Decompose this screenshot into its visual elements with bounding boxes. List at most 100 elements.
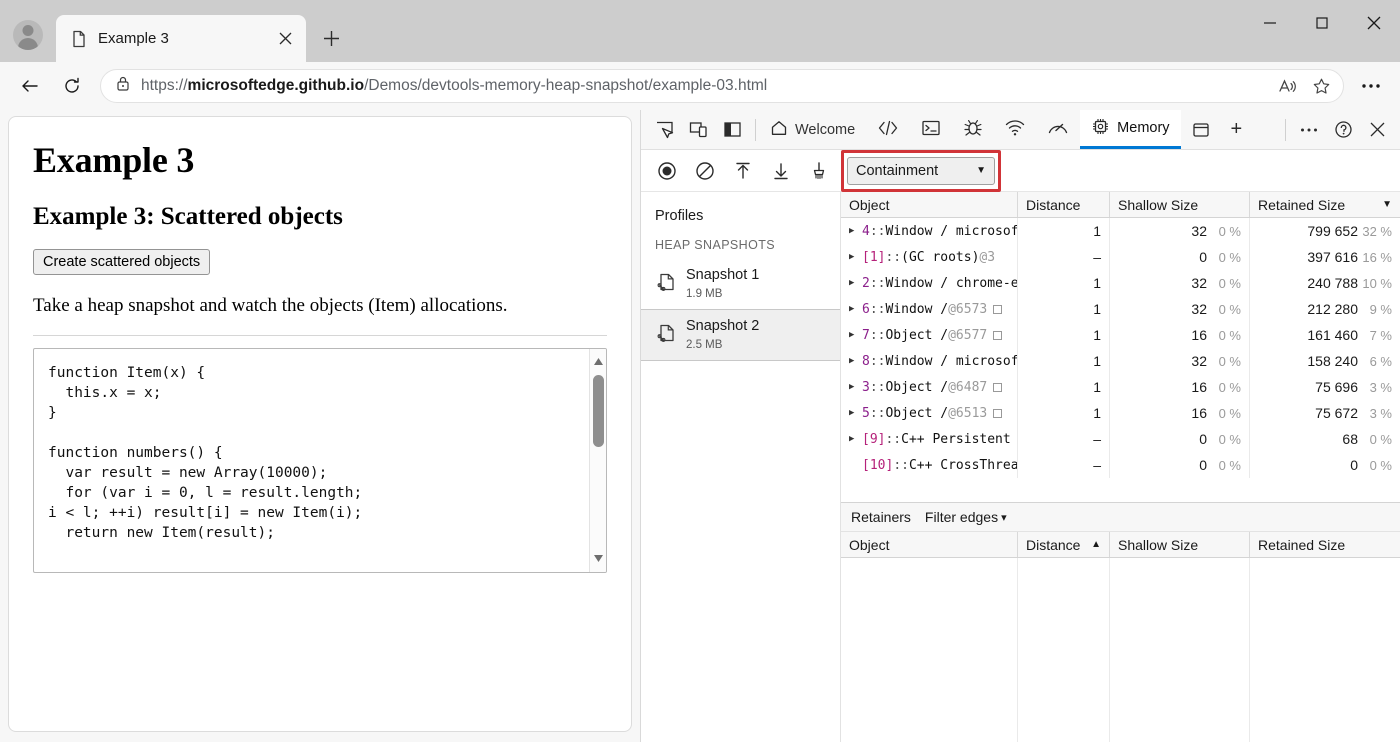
avatar (13, 20, 43, 50)
tab-network[interactable] (994, 110, 1036, 149)
shallow-value: 0 (1199, 431, 1207, 447)
table-row[interactable]: ▶ 5 :: Object / @6513 1 16 0 % 75 672 3 % (841, 400, 1400, 426)
device-emulation-icon[interactable] (681, 114, 715, 146)
profile-button[interactable] (0, 8, 56, 62)
view-select[interactable]: Containment ▼ (847, 156, 995, 185)
collect-garbage-icon[interactable] (803, 156, 835, 186)
shallow-value: 32 (1191, 301, 1207, 317)
minimize-button[interactable] (1244, 0, 1296, 46)
star-icon[interactable] (1305, 71, 1337, 101)
retainers-column-header-retained-size[interactable]: Retained Size (1250, 532, 1400, 557)
cell-shallow-size: 0 0 % (1110, 244, 1250, 270)
table-row[interactable]: ▶[9] :: C++ Persistent roots @9358–00 %6… (841, 426, 1400, 452)
cell-object-id: @6513 (948, 405, 988, 421)
filter-edges-dropdown[interactable]: Filter edges ▾ (925, 509, 1007, 525)
column-header-retained-size[interactable]: Retained Size ▼ (1250, 192, 1400, 217)
more-tools-icon[interactable] (1292, 114, 1326, 146)
cell-distance: 1 (1018, 348, 1110, 374)
scroll-down-icon[interactable] (593, 550, 604, 568)
cell-object: ▶ [1] :: (GC roots) @3 (841, 244, 1018, 270)
expand-triangle-icon[interactable]: ▶ (849, 304, 862, 314)
table-row[interactable]: ▶ 7 :: Object / @6577 1 16 0 % 161 460 7 % (841, 322, 1400, 348)
elements-icon (877, 119, 899, 141)
tab-welcome[interactable]: Welcome (762, 110, 866, 149)
shallow-value: 0 (1199, 249, 1207, 265)
shallow-percent: 0 % (1218, 405, 1241, 421)
browser-tab[interactable]: Example 3 (56, 15, 306, 62)
tab-welcome-label: Welcome (795, 121, 856, 138)
snapshot-name: Snapshot 1 (686, 267, 760, 283)
expand-triangle-icon[interactable]: ▶ (849, 434, 862, 444)
snapshot-icon (655, 271, 677, 298)
close-window-button[interactable] (1348, 0, 1400, 46)
close-icon[interactable] (272, 26, 298, 52)
table-row[interactable]: ▶ 3 :: Object / @6487 1 16 0 % 75 696 3 % (841, 374, 1400, 400)
expand-triangle-icon[interactable]: ▶ (849, 330, 862, 340)
maximize-button[interactable] (1296, 0, 1348, 46)
cell-distance: 1 (1018, 270, 1110, 296)
clear-icon[interactable] (689, 156, 721, 186)
address-bar[interactable]: https://microsoftedge.github.io/Demos/de… (100, 69, 1344, 103)
devtools-panel: Welcome Memory + Containment ▼ Profiles … (640, 110, 1400, 742)
cell-class-name: Window / microsoftedge.github.io (885, 223, 1018, 239)
expand-triangle-icon[interactable]: ▶ (849, 252, 862, 262)
tab-debugger[interactable] (952, 110, 994, 149)
retainers-column-header-shallow-size[interactable]: Shallow Size (1110, 532, 1250, 557)
column-header-shallow-size[interactable]: Shallow Size (1110, 192, 1250, 217)
cell-shallow-size: 0 0 % (1110, 426, 1250, 452)
scroll-up-icon[interactable] (593, 353, 604, 371)
retained-percent: 0 % (1369, 431, 1392, 447)
table-row[interactable]: ▶ 6 :: Window / @6573 1 32 0 % 212 280 9 % (841, 296, 1400, 322)
table-row[interactable]: [10] :: C++ CrossThreadPersistent roots–… (841, 452, 1400, 478)
create-scattered-objects-button[interactable]: Create scattered objects (33, 249, 211, 275)
table-row[interactable]: ▶ [1] :: (GC roots) @3–0 0 % 397 616 16 % (841, 244, 1400, 270)
expand-triangle-icon[interactable]: ▶ (849, 382, 862, 392)
retainers-column-header-object[interactable]: Object (841, 532, 1018, 557)
profiles-sidebar: Profiles HEAP SNAPSHOTS Snapshot 1 1.9 M… (641, 192, 841, 742)
expand-triangle-icon[interactable]: ▶ (849, 278, 862, 288)
shallow-percent: 0 % (1218, 431, 1241, 447)
record-icon[interactable] (651, 156, 683, 186)
read-aloud-icon[interactable] (1271, 71, 1303, 101)
table-row[interactable]: ▶8 :: Window / microsoftedge.github.io @… (841, 348, 1400, 374)
cell-object: ▶ 6 :: Window / @6573 (841, 296, 1018, 322)
retainers-column-header-distance[interactable]: Distance ▲ (1018, 532, 1110, 557)
panel-layout-icon[interactable] (715, 114, 749, 146)
expand-triangle-icon[interactable]: ▶ (849, 356, 862, 366)
tab-performance[interactable] (1036, 110, 1080, 149)
snapshot-item-1[interactable]: Snapshot 1 1.9 MB (641, 258, 840, 309)
column-header-distance[interactable]: Distance (1018, 192, 1110, 217)
tab-console[interactable] (910, 110, 952, 149)
filter-edges-label: Filter edges (924, 509, 999, 525)
retainers-empty-shallow-col (1110, 558, 1250, 742)
shallow-value: 32 (1191, 353, 1207, 369)
snapshot-item-2[interactable]: Snapshot 2 2.5 MB (641, 309, 840, 361)
cell-retained-size: 75 672 3 % (1250, 400, 1400, 426)
save-profile-icon[interactable] (765, 156, 797, 186)
table-row[interactable]: ▶4 :: Window / microsoftedge.github.io @… (841, 218, 1400, 244)
new-tab-button[interactable] (314, 21, 348, 55)
help-icon[interactable] (1326, 114, 1360, 146)
snapshot-size: 1.9 MB (686, 288, 723, 300)
browser-settings-button[interactable] (1352, 68, 1390, 104)
inspect-icon[interactable] (647, 114, 681, 146)
tab-memory[interactable]: Memory (1080, 110, 1181, 149)
cell-class-name: Object / (885, 379, 949, 395)
cell-index: 7 (862, 327, 870, 343)
load-profile-icon[interactable] (727, 156, 759, 186)
expand-triangle-icon[interactable]: ▶ (849, 226, 862, 236)
expand-triangle-icon[interactable]: ▶ (849, 408, 862, 418)
table-row[interactable]: ▶2 :: Window / chrome-extension://g…adnk… (841, 270, 1400, 296)
scrollbar-thumb[interactable] (593, 374, 604, 447)
shallow-value: 32 (1191, 223, 1207, 239)
retained-value: 75 672 (1315, 405, 1358, 421)
column-header-object[interactable]: Object (841, 192, 1018, 217)
back-arrow-icon[interactable] (10, 68, 50, 104)
panel-dock-icon[interactable] (1181, 110, 1221, 149)
reload-icon[interactable] (52, 68, 92, 104)
tab-elements[interactable] (866, 110, 910, 149)
add-tool-button[interactable]: + (1221, 110, 1253, 149)
code-scrollbar[interactable] (589, 348, 606, 572)
close-devtools-icon[interactable] (1360, 114, 1394, 146)
page-subtitle: Example 3: Scattered objects (33, 203, 343, 230)
